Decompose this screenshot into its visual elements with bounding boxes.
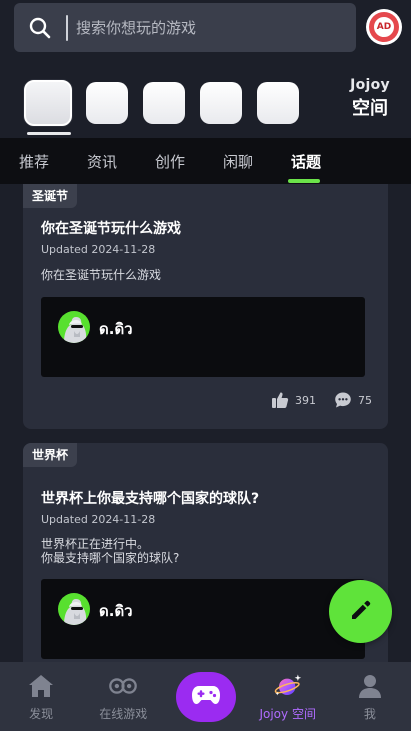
tab-recommend[interactable]: 推荐 [0,138,68,184]
quick-access-row [24,80,314,126]
home-icon [27,672,55,700]
jojoy-space-title[interactable]: Jojoy 空间 [340,77,400,120]
nav-jojoy-space[interactable]: Jojoy 空间 [247,662,329,731]
tab-chat[interactable]: 闲聊 [204,138,272,184]
tab-creation[interactable]: 创作 [136,138,204,184]
quick-tile-3[interactable] [143,82,185,124]
author-name[interactable]: ด.ดิว [99,599,133,623]
author-box[interactable]: ด.ดิว [41,297,365,377]
space-title: 空间 [352,98,388,119]
game-center-button[interactable] [176,672,236,722]
topic-tag[interactable]: 圣诞节 [23,184,78,208]
nav-discover[interactable]: 发现 [0,662,82,731]
like-icon[interactable] [271,391,289,409]
topic-stats: 391 75 [271,391,372,409]
topic-title[interactable]: 你在圣诞节玩什么游戏 [41,218,181,238]
avatar[interactable] [58,311,90,343]
topic-title[interactable]: 世界杯上你最支持哪个国家的球队? [41,488,259,508]
topic-tag[interactable]: 世界杯 [23,443,78,467]
tab-topics[interactable]: 话题 [272,138,340,184]
gamepad-icon [191,684,221,710]
ad-badge-ring: AD [369,12,399,42]
quick-tile-5[interactable] [257,82,299,124]
nav-label: 在线游戏 [99,707,148,721]
compose-post-button[interactable] [329,580,392,643]
category-tabs: 推荐 资讯 创作 闲聊 话题 [0,138,411,184]
topic-card[interactable]: 圣诞节 你在圣诞节玩什么游戏 Updated 2024-11-28 你在圣诞节玩… [23,184,388,429]
topic-body: 世界杯正在进行中。 你最支持哪个国家的球队? [41,537,180,565]
quick-tile-selected-indicator [27,132,71,135]
avatar[interactable] [58,593,90,625]
search-icon[interactable] [14,3,66,52]
author-box[interactable]: ด.ดิว [41,579,365,659]
nav-online-games[interactable]: 在线游戏 [82,662,164,731]
pencil-icon [349,598,373,626]
profile-icon [356,672,384,700]
comment-count: 75 [358,393,372,407]
like-count: 391 [295,393,316,407]
space-brand: Jojoy [350,77,390,93]
search-input[interactable] [68,3,356,52]
comment-icon[interactable] [334,391,352,409]
nav-profile[interactable]: 我 [329,662,411,731]
nav-label: Jojoy 空间 [259,707,316,721]
quick-tile-1[interactable] [24,80,72,126]
planet-icon [274,672,302,700]
topic-body: 你在圣诞节玩什么游戏 [41,268,162,282]
topic-card[interactable]: 世界杯 世界杯上你最支持哪个国家的球队? Updated 2024-11-28 … [23,443,388,662]
ad-badge-label: AD [372,15,396,39]
ad-badge[interactable]: AD [366,9,402,45]
topic-updated: Updated 2024-11-28 [41,243,156,256]
online-game-icon [109,672,138,700]
tab-news[interactable]: 资讯 [68,138,136,184]
header: AD Jojoy 空间 [0,0,411,138]
quick-tile-4[interactable] [200,82,242,124]
nav-label: 我 [363,707,376,721]
quick-tile-2[interactable] [86,82,128,124]
search-bar[interactable] [14,3,356,52]
nav-label: 发现 [29,707,54,721]
author-name[interactable]: ด.ดิว [99,317,133,341]
topic-updated: Updated 2024-11-28 [41,513,156,526]
